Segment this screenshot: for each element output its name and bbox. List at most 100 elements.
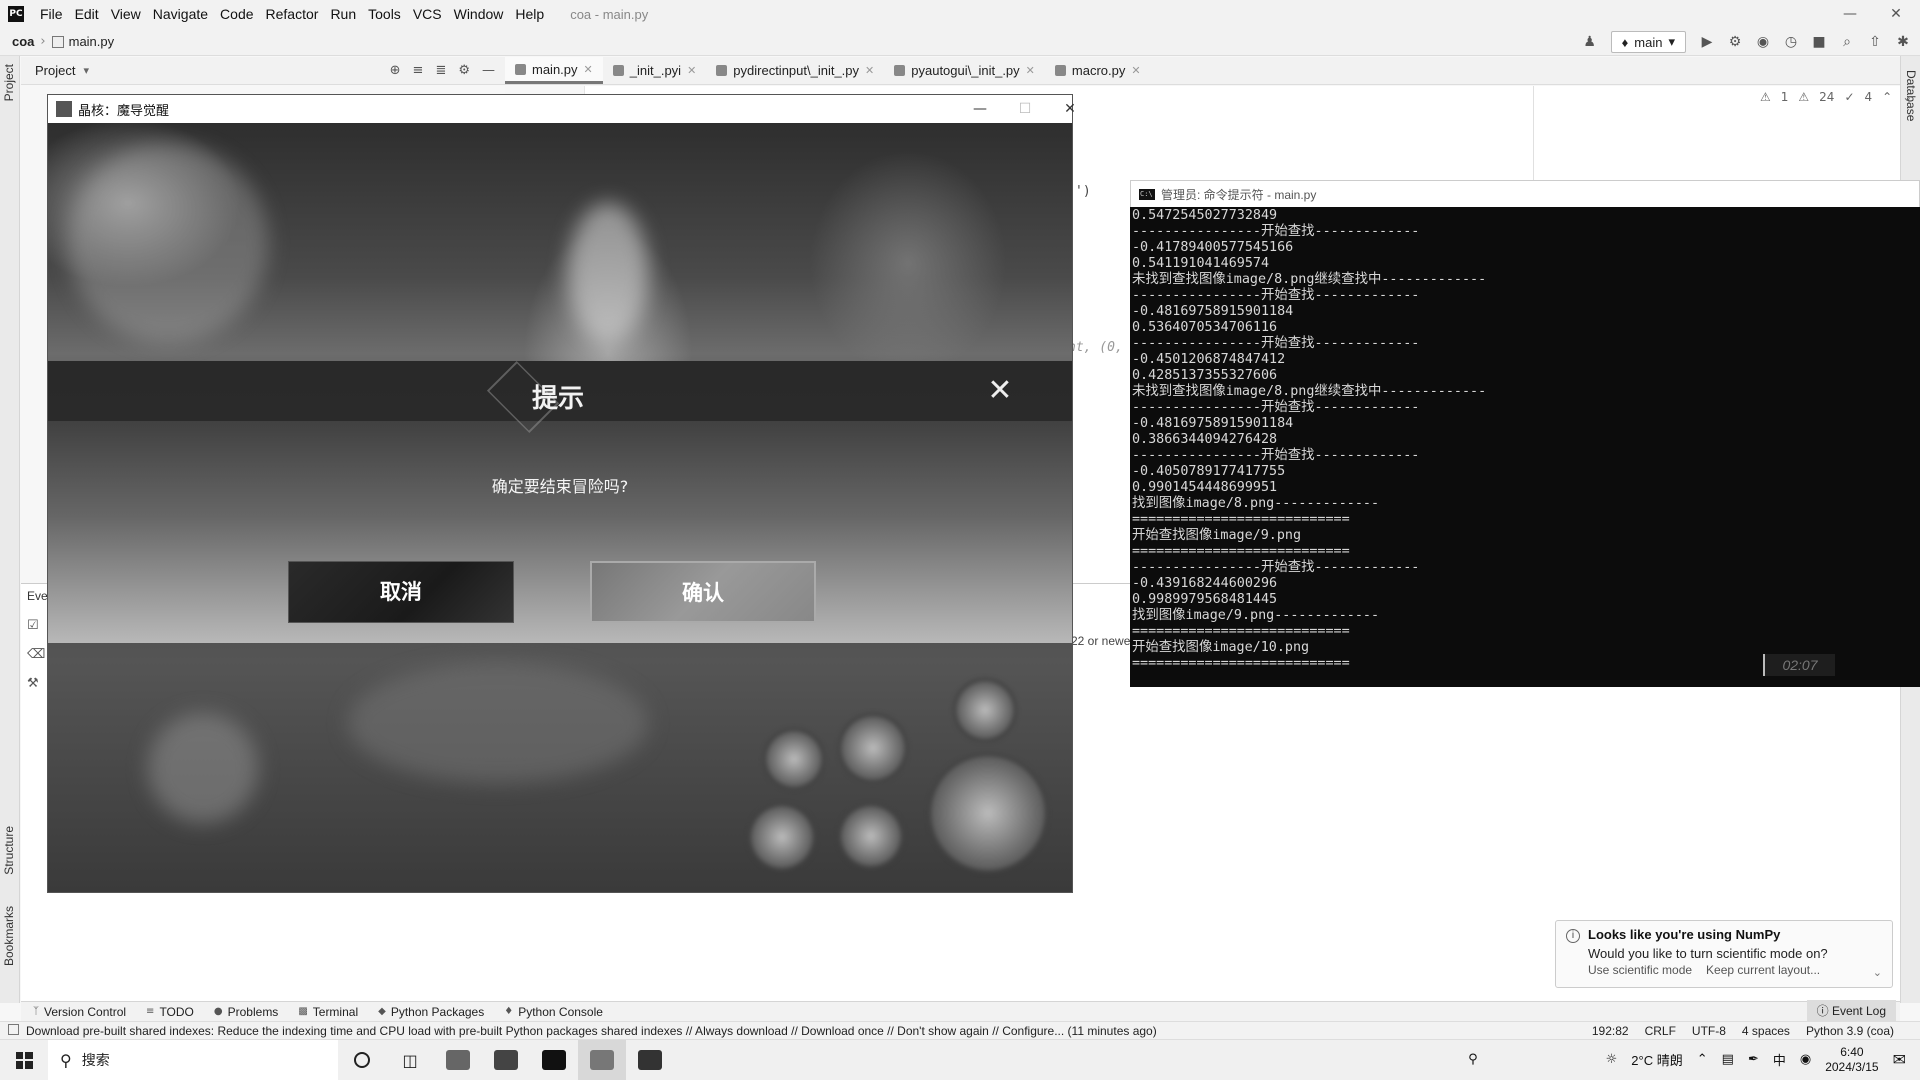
gear-icon[interactable]: ⚙ <box>458 63 470 78</box>
menu-window[interactable]: Window <box>448 6 510 22</box>
chevron-down-icon[interactable]: ⌄ <box>1902 90 1912 104</box>
menu-file[interactable]: File <box>34 6 69 22</box>
caret-position[interactable]: 192:82 <box>1592 1024 1629 1038</box>
ime-indicator[interactable]: 中 <box>1773 1050 1786 1069</box>
file-encoding[interactable]: UTF-8 <box>1692 1024 1726 1038</box>
notification-center-icon[interactable]: ✉ <box>1893 1050 1906 1069</box>
input-method-icon[interactable]: ◉ <box>1800 1052 1811 1067</box>
file-explorer-icon[interactable] <box>434 1040 482 1080</box>
indent-setting[interactable]: 4 spaces <box>1742 1024 1790 1038</box>
pen-icon[interactable]: ✒ <box>1748 1052 1759 1067</box>
webstorm-app-icon[interactable] <box>482 1040 530 1080</box>
clock[interactable]: 6:40 2024/3/15 <box>1825 1045 1878 1075</box>
menu-refactor[interactable]: Refactor <box>260 6 325 22</box>
menu-run[interactable]: Run <box>324 6 362 22</box>
ide-close-button[interactable]: ✕ <box>1873 0 1919 28</box>
menu-view[interactable]: View <box>105 6 147 22</box>
project-panel-title[interactable]: Project <box>35 63 75 78</box>
skill-button[interactable] <box>748 803 816 871</box>
skill-button[interactable] <box>838 803 904 869</box>
tab-init-pyi[interactable]: _init_.pyi ✕ <box>603 57 707 84</box>
game-close-button[interactable]: ✕ <box>1048 95 1092 123</box>
chevron-down-icon[interactable]: ▾ <box>83 64 89 77</box>
tab-main-py[interactable]: main.py ✕ <box>505 57 603 84</box>
tool-tab-todo[interactable]: ≡ TODO <box>146 1005 194 1019</box>
tab-macro-py[interactable]: macro.py ✕ <box>1045 57 1151 84</box>
confirm-button[interactable]: 确认 <box>590 561 816 623</box>
tab-pyautogui-init[interactable]: pyautogui\_init_.py ✕ <box>884 57 1045 84</box>
tool-tab-python-console[interactable]: ♦ Python Console <box>504 1005 603 1019</box>
chevron-down-icon[interactable]: ⌄ <box>1873 966 1882 979</box>
use-scientific-mode-link[interactable]: Use scientific mode <box>1588 963 1692 977</box>
skill-button[interactable] <box>838 713 908 783</box>
status-message[interactable]: Download pre-built shared indexes: Reduc… <box>26 1024 1276 1038</box>
status-icon[interactable] <box>8 1024 19 1035</box>
search-everywhere-icon[interactable]: ⌕ <box>1840 35 1854 49</box>
settings-icon[interactable]: ✱ <box>1896 35 1910 49</box>
menu-edit[interactable]: Edit <box>69 6 105 22</box>
tool-tab-problems[interactable]: ● Problems <box>214 1005 278 1019</box>
tool-tab-terminal[interactable]: ▩ Terminal <box>298 1005 358 1019</box>
taskbar-search[interactable]: ⚲ 搜索 <box>48 1039 338 1080</box>
people-icon[interactable]: ⚲ <box>1468 1052 1478 1067</box>
debug-icon[interactable]: ⚙ <box>1728 35 1742 49</box>
expand-all-icon[interactable]: ≡ <box>413 63 424 78</box>
keep-layout-link[interactable]: Keep current layout... <box>1706 963 1820 977</box>
attack-button[interactable] <box>928 753 1048 873</box>
start-button[interactable] <box>0 1040 48 1080</box>
bookmarks-tool-tab[interactable]: Bookmarks <box>2 906 16 966</box>
menu-navigate[interactable]: Navigate <box>147 6 214 22</box>
menu-help[interactable]: Help <box>509 6 550 22</box>
trash-icon[interactable]: ⌫ <box>27 647 45 662</box>
mark-read-icon[interactable]: ☑ <box>27 618 45 633</box>
locate-icon[interactable]: ⊕ <box>390 63 401 78</box>
cmd-app-icon[interactable] <box>530 1040 578 1080</box>
task-view-icon[interactable]: ◫ <box>386 1040 434 1080</box>
inspection-widget[interactable]: ⚠ 1 ⚠ 24 ✓ 4 ⌃ ⌄ <box>1760 90 1912 104</box>
update-icon[interactable]: ⇧ <box>1868 35 1882 49</box>
skill-button[interactable] <box>953 678 1017 742</box>
run-config-select[interactable]: ♦ main ▾ <box>1610 31 1686 53</box>
breadcrumb-project[interactable]: coa <box>12 34 34 49</box>
network-icon[interactable]: ▤ <box>1722 1052 1734 1067</box>
hide-icon[interactable]: — <box>482 63 495 78</box>
game-scene[interactable]: 提示 ✕ 确定要结束冒险吗? 取消 确认 <box>48 123 1072 892</box>
menu-code[interactable]: Code <box>214 6 259 22</box>
user-icon[interactable]: ♟ <box>1583 35 1597 49</box>
weather-icon[interactable]: ☼ <box>1606 1052 1618 1067</box>
run-icon[interactable]: ▶ <box>1700 35 1714 49</box>
menu-vcs[interactable]: VCS <box>407 6 448 22</box>
terminal-window[interactable]: 0.5472545027732849 ----------------开始查找--… <box>1130 207 1920 687</box>
close-icon[interactable]: ✕ <box>687 64 696 77</box>
skill-button[interactable] <box>763 728 825 790</box>
event-log-button[interactable]: ⓘ Event Log <box>1806 1000 1896 1022</box>
cancel-button[interactable]: 取消 <box>288 561 514 623</box>
coverage-icon[interactable]: ◉ <box>1756 35 1770 49</box>
collapse-all-icon[interactable]: ≣ <box>435 63 446 78</box>
menu-tools[interactable]: Tools <box>362 6 407 22</box>
tool-tab-python-packages[interactable]: ◆ Python Packages <box>378 1005 484 1019</box>
chevron-up-icon[interactable]: ⌃ <box>1882 90 1892 104</box>
chevron-up-icon[interactable]: ⌃ <box>1697 1052 1708 1067</box>
game-app-icon[interactable] <box>578 1039 626 1080</box>
close-icon[interactable]: ✕ <box>1131 64 1140 77</box>
wrench-icon[interactable]: ⚒ <box>27 676 45 691</box>
stop-icon[interactable]: ■ <box>1812 35 1826 49</box>
tool-tab-version-control[interactable]: ᛉ Version Control <box>33 1005 126 1019</box>
dialog-close-icon[interactable]: ✕ <box>986 376 1014 406</box>
structure-tool-tab[interactable]: Structure <box>2 826 16 875</box>
profile-icon[interactable]: ◷ <box>1784 35 1798 49</box>
close-icon[interactable]: ✕ <box>865 64 874 77</box>
cortana-icon[interactable] <box>338 1040 386 1080</box>
ide-minimize-button[interactable]: — <box>1827 0 1873 28</box>
line-separator[interactable]: CRLF <box>1645 1024 1676 1038</box>
breadcrumb-file[interactable]: main.py <box>69 34 115 49</box>
pycharm-app-icon[interactable] <box>626 1040 674 1080</box>
game-maximize-button[interactable]: ☐ <box>1003 95 1047 123</box>
close-icon[interactable]: ✕ <box>1026 64 1035 77</box>
close-icon[interactable]: ✕ <box>584 63 593 76</box>
game-minimize-button[interactable]: — <box>958 95 1002 123</box>
project-tool-tab[interactable]: Project <box>2 64 16 101</box>
weather-text[interactable]: 2°C 晴朗 <box>1631 1050 1682 1069</box>
python-interpreter[interactable]: Python 3.9 (coa) <box>1806 1024 1894 1038</box>
